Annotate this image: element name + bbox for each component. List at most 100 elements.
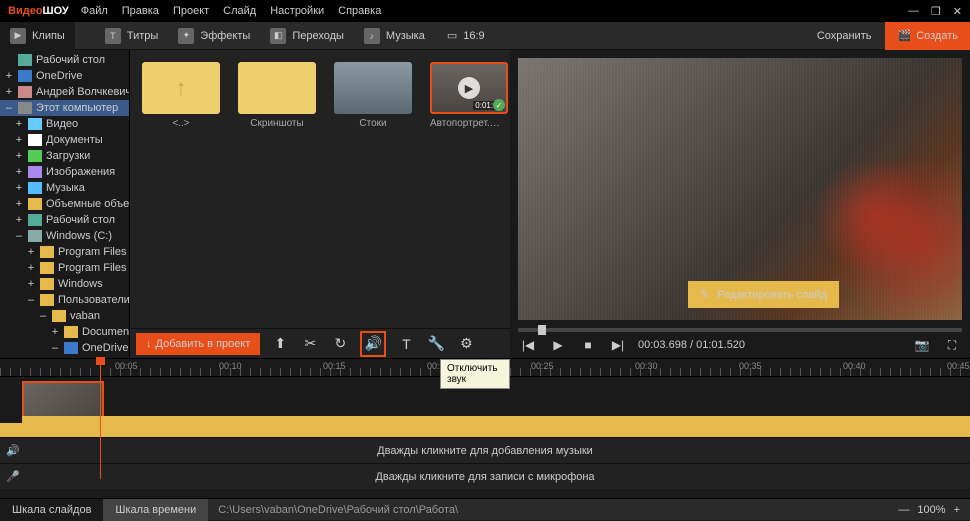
tree-item[interactable]: +Documents [0, 324, 129, 340]
tab-titles[interactable]: TТитры [95, 22, 168, 50]
maximize-button[interactable]: ❐ [931, 5, 941, 18]
tree-item[interactable]: +Андрей Волчкевич [0, 84, 129, 100]
tree-item[interactable]: +Program Files (x [0, 260, 129, 276]
tree-item[interactable]: –Windows (C:) [0, 228, 129, 244]
slides-scale-tab[interactable]: Шкала слайдов [0, 499, 103, 521]
toolbar: ▶Клипы TТитры ✦Эффекты ◧Переходы ♪Музыка… [0, 22, 970, 50]
cut-icon[interactable]: ✂ [300, 334, 320, 354]
menu-file[interactable]: Файл [81, 5, 108, 17]
ruler-label: 00:10 [219, 361, 242, 371]
tree-item[interactable]: +Windows [0, 276, 129, 292]
add-to-project-button[interactable]: ↓Добавить в проект [136, 333, 260, 355]
pencil-icon: ✎ [700, 288, 709, 301]
tree-item[interactable]: +Документы [0, 132, 129, 148]
thumbnail[interactable]: Скриншоты [238, 62, 316, 129]
thumbnail[interactable]: Стоки [334, 62, 412, 129]
tree-item[interactable]: +Объемные объекты [0, 196, 129, 212]
thumbnail-grid: ↑<..> Скриншоты Стоки ▶0:01:02✓Автопортрет.… [130, 50, 510, 328]
home-icon[interactable]: ⬆ [270, 334, 290, 354]
speaker-icon: 🔊 [6, 444, 20, 457]
wrench-icon[interactable]: 🔧 [426, 334, 446, 354]
clips-icon: ▶ [10, 28, 26, 44]
mute-icon[interactable]: 🔊 [360, 331, 386, 357]
tree-item[interactable]: –OneDrive [0, 340, 129, 356]
tree-item[interactable]: Рабочий стол [0, 52, 129, 68]
tree-item[interactable]: +Музыка [0, 180, 129, 196]
rotate-icon[interactable]: ↻ [330, 334, 350, 354]
tree-item[interactable]: +Program Files [0, 244, 129, 260]
zoom-out-button[interactable]: — [898, 504, 909, 516]
titles-icon: T [105, 28, 121, 44]
play-icon[interactable]: ▶ [548, 335, 568, 355]
browser-actions: ↓Добавить в проект ⬆ ✂ ↻ 🔊 T 🔧 ⚙ Отключи… [130, 328, 510, 358]
preview-panel: ✎Редактировать слайд |◀ ▶ ■ ▶| 00:03.698… [510, 50, 970, 358]
tab-transitions[interactable]: ◧Переходы [260, 22, 354, 50]
ruler-label: 00:35 [739, 361, 762, 371]
main-menu: Файл Правка Проект Слайд Настройки Справ… [81, 5, 382, 17]
ruler-label: 00:25 [531, 361, 554, 371]
menu-slide[interactable]: Слайд [223, 5, 256, 17]
camera-icon: 🎬 [897, 29, 911, 42]
tree-item[interactable]: –Этот компьютер [0, 100, 129, 116]
timeline-clip[interactable] [22, 381, 104, 419]
tree-item[interactable]: –vaban [0, 308, 129, 324]
titlebar: ВидеоШОУ Файл Правка Проект Слайд Настро… [0, 0, 970, 22]
app-logo: ВидеоШОУ [8, 5, 69, 17]
preview-viewport[interactable]: ✎Редактировать слайд [518, 58, 962, 320]
music-track[interactable]: 🔊Дважды кликните для добавления музыки [0, 437, 970, 463]
edit-slide-button[interactable]: ✎Редактировать слайд [688, 281, 839, 308]
music-icon: ♪ [364, 28, 380, 44]
tooltip: Отключить звук [440, 359, 510, 389]
statusbar: Шкала слайдов Шкала времени C:\Users\vab… [0, 498, 970, 520]
tree-item[interactable]: +OneDrive [0, 68, 129, 84]
minimize-button[interactable]: — [908, 5, 919, 18]
zoom-in-button[interactable]: + [954, 504, 960, 516]
tree-item[interactable]: +Изображения [0, 164, 129, 180]
save-button[interactable]: Сохранить [803, 22, 886, 50]
download-icon: ↓ [146, 338, 152, 350]
menu-project[interactable]: Проект [173, 5, 209, 17]
tree-item[interactable]: –Пользователи [0, 292, 129, 308]
tree-item[interactable]: +Видео [0, 116, 129, 132]
tree-item[interactable]: +Рабочий стол [0, 212, 129, 228]
ruler-label: 00:15 [323, 361, 346, 371]
fullscreen-icon[interactable]: ⛶ [942, 335, 962, 355]
preview-controls: |◀ ▶ ■ ▶| 00:03.698 / 01:01.520 📷 ⛶ [510, 332, 970, 358]
gear-icon[interactable]: ⚙ [456, 334, 476, 354]
file-browser: ↑<..> Скриншоты Стоки ▶0:01:02✓Автопортрет.… [130, 50, 510, 358]
ruler-label: 00:40 [843, 361, 866, 371]
folder-tree[interactable]: Рабочий стол+OneDrive+Андрей Волчкевич–Э… [0, 50, 130, 358]
tab-music[interactable]: ♪Музыка [354, 22, 435, 50]
zoom-controls: — 100% + [888, 504, 970, 516]
menu-settings[interactable]: Настройки [270, 5, 324, 17]
time-display: 00:03.698 / 01:01.520 [638, 339, 745, 351]
ruler-label: 00:30 [635, 361, 658, 371]
stop-icon[interactable]: ■ [578, 335, 598, 355]
ruler-label: 00:05 [115, 361, 138, 371]
snapshot-icon[interactable]: 📷 [912, 335, 932, 355]
prev-icon[interactable]: |◀ [518, 335, 538, 355]
menu-edit[interactable]: Правка [122, 5, 159, 17]
scrub-bar[interactable] [518, 328, 962, 332]
tab-effects[interactable]: ✦Эффекты [168, 22, 260, 50]
current-path: C:\Users\vaban\OneDrive\Рабочий стол\Раб… [208, 504, 888, 516]
aspect-ratio[interactable]: ▭16:9 [435, 29, 497, 42]
mic-icon: 🎤 [6, 470, 20, 483]
playhead[interactable] [100, 359, 101, 479]
close-button[interactable]: ✕ [953, 5, 962, 18]
menu-help[interactable]: Справка [338, 5, 381, 17]
thumbnail[interactable]: ▶0:01:02✓Автопортрет.mp4 [430, 62, 508, 129]
tree-item[interactable]: +Загрузки [0, 148, 129, 164]
zoom-level: 100% [917, 504, 945, 516]
text-tool-icon[interactable]: T [396, 334, 416, 354]
ruler-label: 00:45 [947, 361, 970, 371]
next-icon[interactable]: ▶| [608, 335, 628, 355]
mic-track[interactable]: 🎤Дважды кликните для записи с микрофона [0, 463, 970, 489]
create-button[interactable]: 🎬Создать [885, 22, 970, 50]
tab-clips[interactable]: ▶Клипы [0, 22, 75, 50]
time-scale-tab[interactable]: Шкала времени [103, 499, 208, 521]
thumbnail[interactable]: ↑<..> [142, 62, 220, 129]
transitions-icon: ◧ [270, 28, 286, 44]
scrub-handle[interactable] [538, 325, 546, 335]
effects-icon: ✦ [178, 28, 194, 44]
